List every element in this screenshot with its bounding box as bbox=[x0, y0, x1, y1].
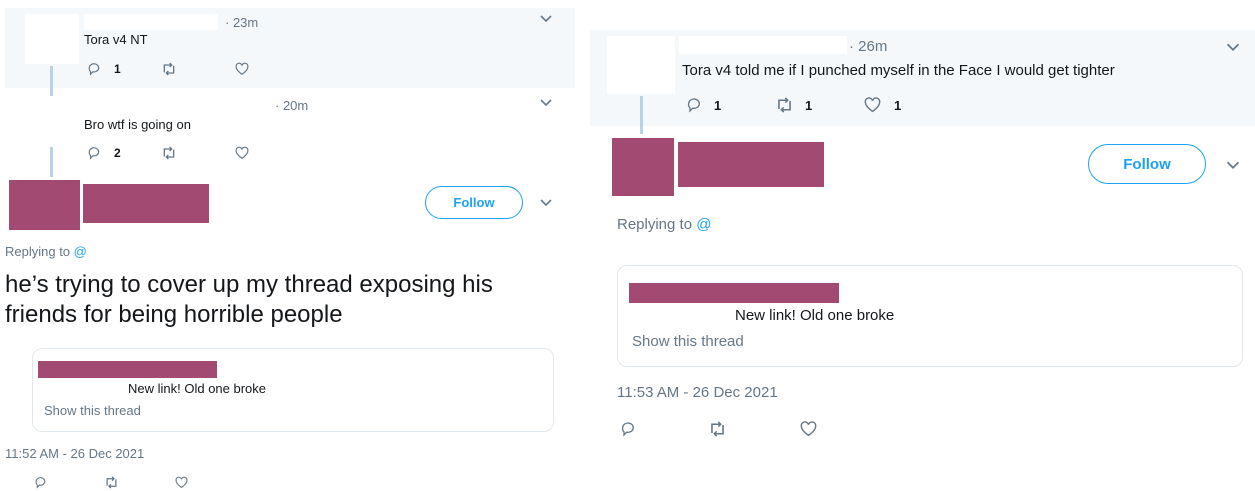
reply-icon[interactable] bbox=[620, 421, 636, 437]
redacted-quoted-name bbox=[38, 361, 217, 378]
retweet-icon[interactable] bbox=[104, 476, 119, 489]
timestamp[interactable]: 11:52 AM - 26 Dec 2021 bbox=[5, 446, 144, 461]
tweet-text: he’s trying to cover up my thread exposi… bbox=[5, 271, 493, 328]
thread-line bbox=[50, 66, 53, 96]
replying-to: Replying to @ bbox=[617, 216, 711, 233]
replying-to-handle[interactable]: @ bbox=[696, 216, 711, 233]
like-icon[interactable] bbox=[864, 97, 881, 113]
quoted-text: New link! Old one broke bbox=[128, 381, 267, 396]
reply-icon[interactable] bbox=[87, 62, 101, 76]
chevron-down-icon[interactable] bbox=[539, 198, 553, 208]
timestamp[interactable]: 11:53 AM - 26 Dec 2021 bbox=[617, 384, 778, 401]
reply-count: 1 bbox=[714, 98, 722, 113]
tweet-text: Bro wtf is going on bbox=[84, 117, 191, 132]
reply-icon[interactable] bbox=[686, 97, 702, 113]
show-thread-link[interactable]: Show this thread bbox=[44, 403, 141, 418]
thread-line bbox=[640, 96, 643, 134]
retweet-count: 1 bbox=[805, 98, 813, 113]
replying-to: Replying to @ bbox=[5, 244, 87, 259]
reply-count: 1 bbox=[114, 62, 121, 76]
retweet-icon[interactable] bbox=[161, 146, 177, 160]
show-thread-link[interactable]: Show this thread bbox=[632, 333, 744, 350]
like-icon[interactable] bbox=[175, 476, 188, 489]
redacted-avatar[interactable] bbox=[612, 138, 674, 196]
reply-icon[interactable] bbox=[34, 476, 47, 489]
redacted-name[interactable] bbox=[678, 142, 824, 187]
quoted-tweet-card[interactable] bbox=[617, 265, 1243, 367]
retweet-icon[interactable] bbox=[775, 97, 794, 113]
follow-button[interactable]: Follow bbox=[425, 186, 523, 219]
reply-icon[interactable] bbox=[87, 146, 101, 160]
replying-to-handle[interactable]: @ bbox=[74, 244, 87, 259]
redacted-name[interactable] bbox=[83, 184, 209, 223]
redacted-avatar[interactable] bbox=[9, 180, 80, 230]
retweet-icon[interactable] bbox=[161, 62, 177, 76]
replying-to-label: Replying to bbox=[617, 216, 693, 233]
chevron-down-icon[interactable] bbox=[539, 14, 553, 24]
chevron-down-icon[interactable] bbox=[1225, 160, 1241, 171]
replying-to-label: Replying to bbox=[5, 244, 71, 259]
avatar[interactable] bbox=[25, 14, 79, 64]
redacted-username bbox=[84, 14, 218, 30]
tweet-text: Tora v4 NT bbox=[84, 32, 148, 47]
like-icon[interactable] bbox=[235, 62, 249, 76]
redacted-username bbox=[679, 36, 847, 54]
tweet-text: Tora v4 told me if I punched myself in t… bbox=[682, 62, 1115, 79]
thread-line bbox=[50, 147, 53, 177]
tweet-time[interactable]: · 26m bbox=[849, 38, 887, 55]
chevron-down-icon[interactable] bbox=[539, 98, 553, 108]
tweet-time[interactable]: · 20m bbox=[275, 98, 308, 113]
follow-button[interactable]: Follow bbox=[1088, 144, 1206, 184]
avatar[interactable] bbox=[607, 36, 675, 94]
chevron-down-icon[interactable] bbox=[1225, 42, 1241, 53]
like-icon[interactable] bbox=[235, 146, 249, 160]
like-icon[interactable] bbox=[800, 421, 817, 437]
quoted-text: New link! Old one broke bbox=[735, 307, 895, 324]
retweet-icon[interactable] bbox=[708, 421, 727, 437]
like-count: 1 bbox=[894, 98, 902, 113]
redacted-quoted-name bbox=[629, 283, 839, 303]
reply-count: 2 bbox=[114, 146, 121, 160]
tweet-time[interactable]: · 23m bbox=[225, 15, 258, 30]
